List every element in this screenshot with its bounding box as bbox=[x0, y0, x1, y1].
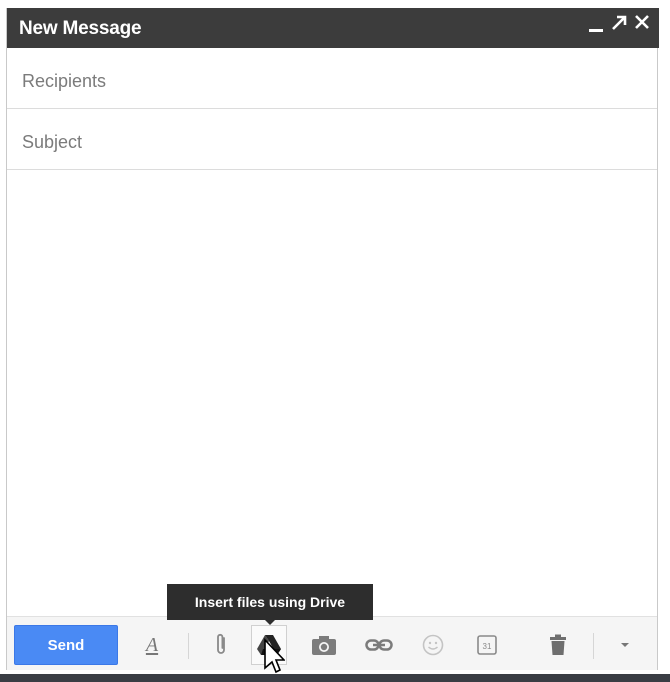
photo-icon[interactable] bbox=[310, 631, 338, 659]
send-button[interactable]: Send bbox=[14, 625, 118, 665]
more-options-icon[interactable] bbox=[603, 631, 647, 659]
message-body[interactable] bbox=[7, 172, 657, 616]
compose-title: New Message bbox=[19, 18, 142, 39]
toolbar-divider bbox=[593, 633, 594, 659]
close-icon[interactable] bbox=[634, 14, 650, 32]
compose-toolbar: Send A 31 bbox=[7, 616, 657, 670]
subject-input[interactable] bbox=[20, 128, 644, 156]
calendar-day-label: 31 bbox=[483, 642, 492, 651]
recipients-field bbox=[7, 49, 657, 109]
trash-icon[interactable] bbox=[544, 631, 572, 659]
compose-titlebar[interactable]: New Message bbox=[7, 8, 659, 48]
subject-field bbox=[7, 110, 657, 170]
recipients-input[interactable] bbox=[20, 67, 644, 95]
attach-icon[interactable] bbox=[207, 631, 235, 659]
emoji-icon[interactable] bbox=[419, 631, 447, 659]
link-icon[interactable] bbox=[365, 631, 393, 659]
toolbar-divider bbox=[188, 633, 189, 659]
drive-tooltip: Insert files using Drive bbox=[167, 584, 373, 625]
calendar-icon[interactable]: 31 bbox=[473, 631, 501, 659]
compose-window: New Message Send A bbox=[6, 8, 659, 670]
taskbar-strip bbox=[0, 674, 670, 682]
text-format-icon[interactable]: A bbox=[138, 631, 166, 659]
minimize-icon[interactable] bbox=[589, 12, 603, 34]
mouse-cursor-icon bbox=[264, 638, 285, 674]
pop-out-icon[interactable] bbox=[610, 14, 628, 32]
